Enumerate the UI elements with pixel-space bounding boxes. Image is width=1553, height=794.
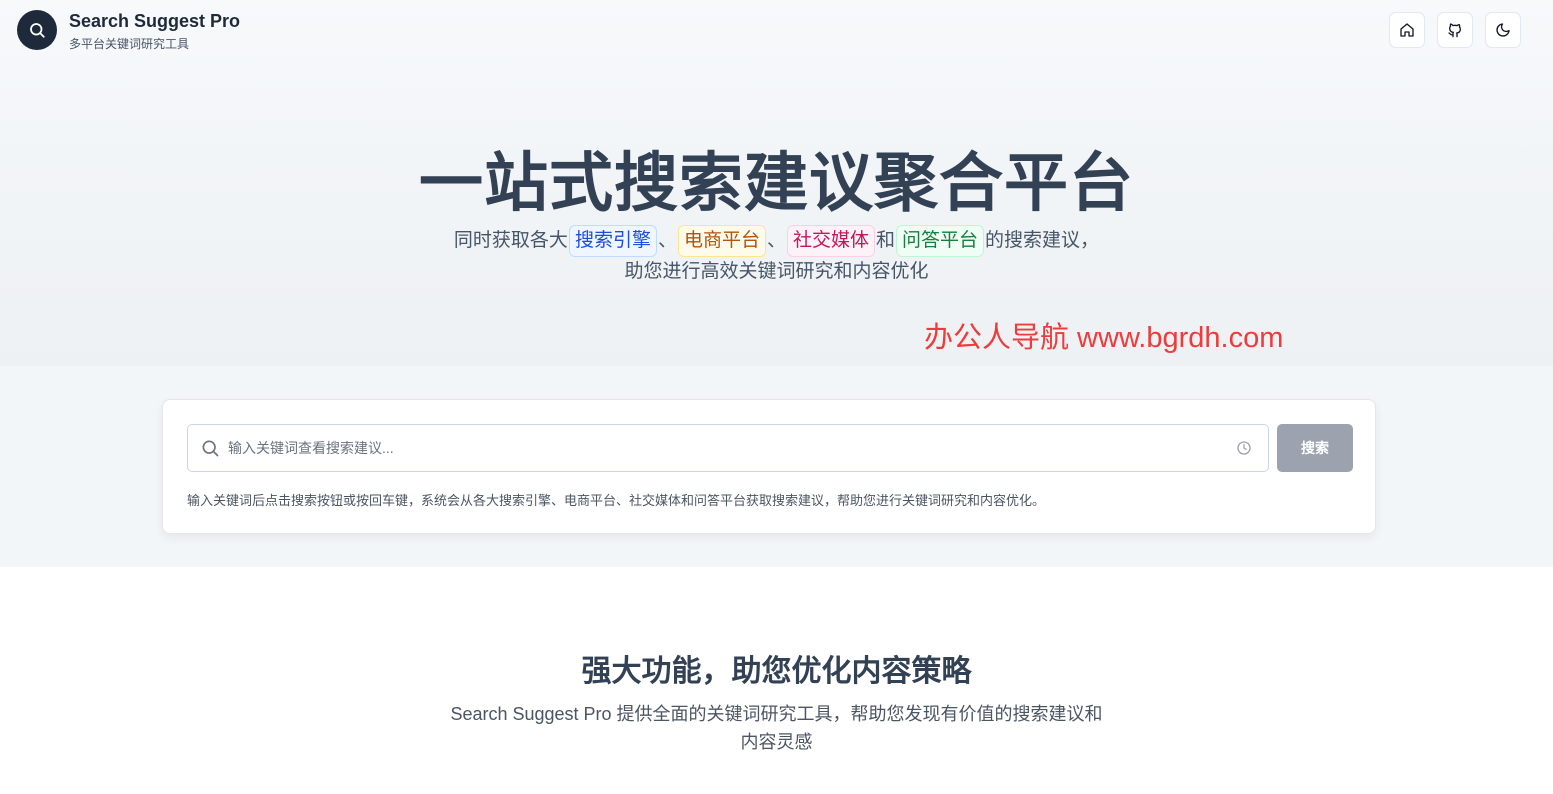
separator: 、 xyxy=(766,230,786,251)
hero-description-line2: 助您进行高效关键词研究和内容优化 xyxy=(624,261,929,282)
home-icon xyxy=(1400,23,1414,37)
logo[interactable] xyxy=(17,10,57,50)
home-button[interactable] xyxy=(1389,12,1425,48)
brand-title[interactable]: Search Suggest Pro xyxy=(69,11,240,32)
search-input[interactable] xyxy=(228,433,1228,463)
search-card: 搜索 输入关键词后点击搜索按钮或按回车键，系统会从各大搜索引擎、电商平台、社交媒… xyxy=(162,399,1376,534)
tag-ecommerce: 电商平台 xyxy=(677,225,766,257)
history-icon[interactable] xyxy=(1236,440,1252,456)
search-icon xyxy=(202,440,219,457)
hero-desc-prefix: 同时获取各大 xyxy=(453,230,568,251)
hero-description: 同时获取各大 搜索引擎、电商平台、社交媒体和问答平台 的搜索建议， xyxy=(0,223,1553,259)
hero-desc-suffix: 的搜索建议， xyxy=(985,230,1100,251)
moon-icon xyxy=(1496,23,1510,37)
header: Search Suggest Pro 多平台关键词研究工具 xyxy=(0,0,1553,60)
features-desc-line1: Search Suggest Pro 提供全面的关键词研究工具，帮助您发现有价值… xyxy=(450,704,1103,724)
features-desc-line2: 内容灵感 xyxy=(740,732,813,752)
tag-search-engines: 搜索引擎 xyxy=(568,225,657,257)
hero-title: 一站式搜索建议聚合平台 xyxy=(419,147,1134,219)
features-title: 强大功能，助您优化内容策略 xyxy=(581,655,972,688)
search-box[interactable] xyxy=(187,424,1269,472)
search-button[interactable]: 搜索 xyxy=(1277,424,1353,472)
separator: 、 xyxy=(657,230,677,251)
separator: 和 xyxy=(876,230,896,251)
search-icon xyxy=(30,23,45,38)
page: Search Suggest Pro 多平台关键词研究工具 一站式搜索建议聚合平… xyxy=(0,0,1553,794)
tag-qa-platforms: 问答平台 xyxy=(896,225,985,257)
github-icon xyxy=(1448,23,1461,38)
search-hint: 输入关键词后点击搜索按钮或按回车键，系统会从各大搜索引擎、电商平台、社交媒体和问… xyxy=(187,493,1046,508)
features-description: Search Suggest Pro 提供全面的关键词研究工具，帮助您发现有价值… xyxy=(0,700,1553,756)
brand-subtitle: 多平台关键词研究工具 xyxy=(69,37,190,51)
tag-social-media: 社交媒体 xyxy=(787,225,876,257)
github-button[interactable] xyxy=(1437,12,1473,48)
theme-toggle-button[interactable] xyxy=(1485,12,1521,48)
watermark-text: 办公人导航 www.bgrdh.com xyxy=(924,322,1284,354)
